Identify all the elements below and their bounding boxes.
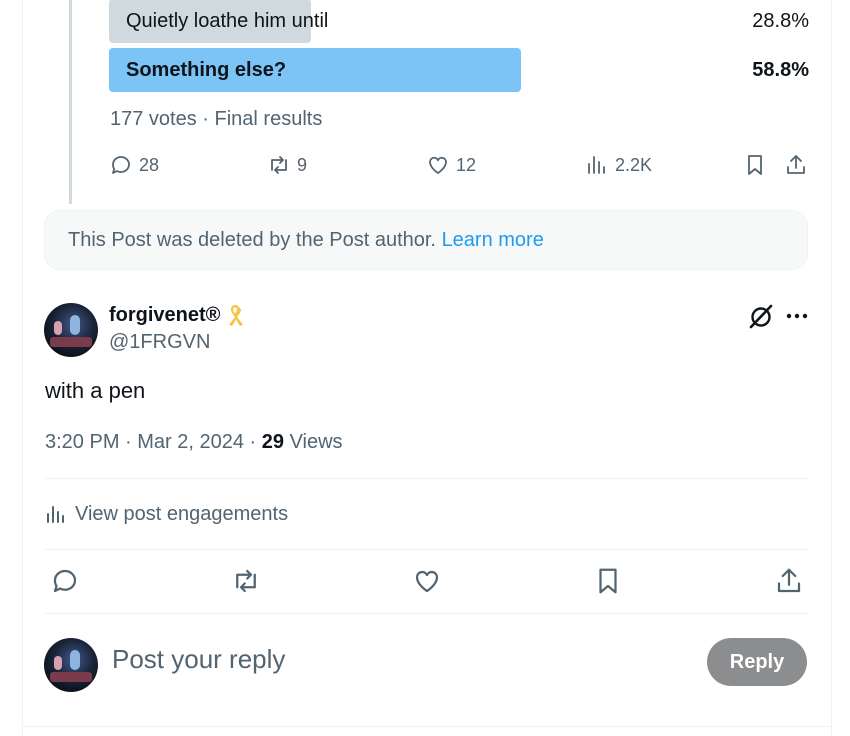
like-action[interactable]: 12 xyxy=(426,148,476,182)
grok-icon[interactable] xyxy=(748,302,774,330)
reply-button[interactable] xyxy=(50,566,80,596)
views-count: 2.2K xyxy=(615,154,653,175)
bookmark-button[interactable] xyxy=(593,566,623,596)
repost-action[interactable]: 9 xyxy=(267,148,307,182)
views-action[interactable]: 2.2K xyxy=(585,148,652,182)
bookmark-icon xyxy=(748,155,762,175)
reply-avatar xyxy=(44,638,98,692)
views-count: 29 xyxy=(261,431,285,453)
more-options-icon[interactable] xyxy=(785,306,809,326)
avatar[interactable] xyxy=(44,303,98,357)
like-count: 12 xyxy=(456,154,477,175)
poll-option-1: Quietly loathe him until 28.8% xyxy=(109,0,809,43)
share-icon xyxy=(777,568,801,593)
poll-option-percent: 28.8% xyxy=(752,10,809,32)
column-border-right xyxy=(831,0,832,736)
share-icon xyxy=(787,155,805,174)
deleted-notice-text: This Post was deleted by the Post author… xyxy=(68,229,436,251)
analytics-icon xyxy=(588,156,605,174)
divider xyxy=(22,726,832,727)
share-action[interactable] xyxy=(784,148,808,182)
like-button[interactable] xyxy=(412,566,442,596)
bookmark-action[interactable] xyxy=(743,148,767,182)
poll-option-label: Something else? xyxy=(126,59,287,81)
reply-icon xyxy=(112,156,130,174)
divider xyxy=(44,549,808,550)
thread-line xyxy=(69,0,72,204)
post-timestamp[interactable]: 3:20 PM · Mar 2, 2024 · xyxy=(45,431,262,453)
post-meta: 3:20 PM · Mar 2, 2024 · 29 Views xyxy=(45,431,343,454)
divider xyxy=(44,478,808,479)
view-engagements-link[interactable]: View post engagements xyxy=(45,500,288,528)
share-button[interactable] xyxy=(774,566,804,596)
repost-icon xyxy=(271,156,287,174)
heart-icon xyxy=(415,570,439,593)
repost-count: 9 xyxy=(297,154,308,175)
author-handle[interactable]: @1FRGVN xyxy=(109,331,210,354)
column-border-left xyxy=(22,0,23,736)
awareness-ribbon-icon xyxy=(229,305,244,326)
repost-icon xyxy=(236,569,256,593)
reply-action[interactable]: 28 xyxy=(109,148,159,182)
author-name[interactable]: forgivenet® xyxy=(109,302,246,328)
poll-option-label: Quietly loathe him until xyxy=(126,10,329,32)
reply-count: 28 xyxy=(139,154,160,175)
reply-submit-button[interactable]: Reply xyxy=(707,638,807,686)
poll-option-percent: 58.8% xyxy=(752,59,809,81)
views-label: Views xyxy=(284,431,343,453)
poll-results-meta: 177 votes · Final results xyxy=(110,108,323,130)
deleted-post-notice: This Post was deleted by the Post author… xyxy=(44,210,808,270)
repost-button[interactable] xyxy=(231,566,261,596)
view-engagements-label: View post engagements xyxy=(75,502,289,525)
quoted-post-actions: 28 9 12 2.2K xyxy=(109,148,811,182)
learn-more-link[interactable]: Learn more xyxy=(442,229,544,251)
divider xyxy=(44,613,808,614)
reply-icon xyxy=(53,569,77,593)
poll-option-2: Something else? 58.8% xyxy=(109,48,809,92)
heart-icon xyxy=(429,156,447,174)
author-display-name: forgivenet® xyxy=(109,303,221,326)
reply-input[interactable]: Post your reply xyxy=(112,644,285,675)
analytics-icon xyxy=(47,506,64,523)
bookmark-icon xyxy=(599,568,617,594)
post-text: with a pen xyxy=(45,378,146,403)
